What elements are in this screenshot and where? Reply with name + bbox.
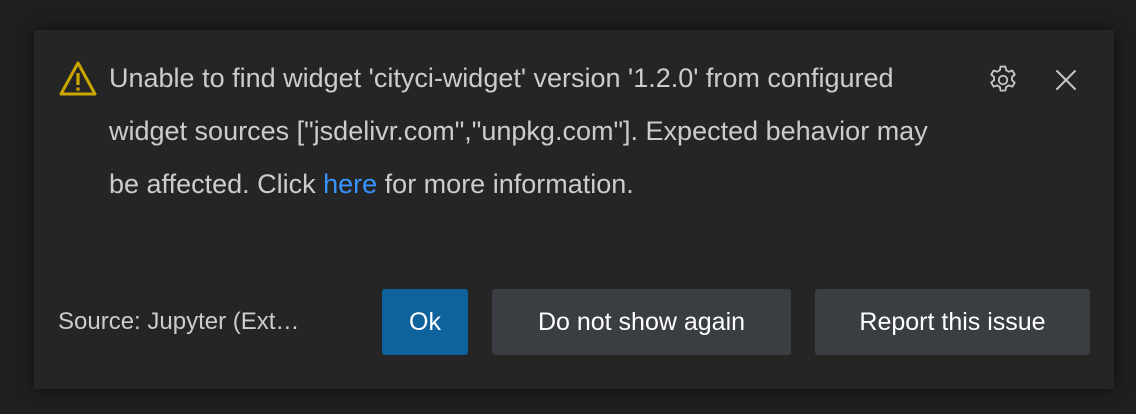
warning-icon [58, 60, 98, 98]
notification-footer: Source: Jupyter (Ext… Ok Do not show aga… [58, 289, 1090, 355]
ok-button[interactable]: Ok [382, 289, 468, 355]
report-issue-button[interactable]: Report this issue [815, 289, 1090, 355]
notification-source: Source: Jupyter (Ext… [58, 308, 300, 335]
close-icon[interactable] [1048, 62, 1084, 98]
gear-icon[interactable] [985, 62, 1021, 98]
message-text-end: for more information. [377, 169, 634, 199]
do-not-show-again-button[interactable]: Do not show again [492, 289, 791, 355]
more-info-link[interactable]: here [323, 169, 377, 199]
notification-message: Unable to find widget 'cityci-widget' ve… [109, 52, 949, 211]
notification-toast: Unable to find widget 'cityci-widget' ve… [34, 30, 1114, 389]
